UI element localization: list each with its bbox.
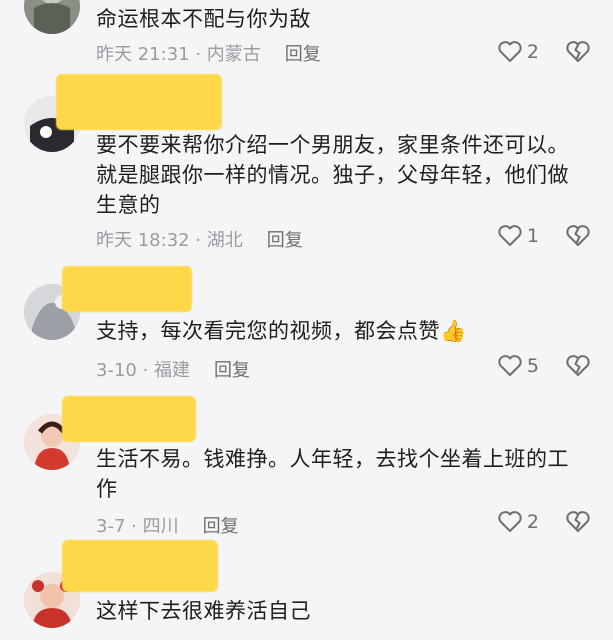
dislike-button[interactable]: [565, 510, 591, 534]
avatar[interactable]: [24, 0, 80, 34]
broken-heart-icon: [566, 41, 590, 62]
comment-text: 要不要来帮你介绍一个男朋友，家里条件还可以。就是腿跟你一样的情况。独子，父母年轻…: [96, 133, 569, 217]
comment-time-location: 昨天 18:32 · 湖北: [96, 230, 243, 251]
username-redaction: [62, 540, 218, 592]
broken-heart-icon: [566, 355, 590, 376]
dislike-button[interactable]: [565, 224, 591, 248]
like-button[interactable]: 5: [497, 354, 539, 378]
like-count: 2: [526, 511, 539, 533]
heart-outline-icon: [498, 225, 522, 246]
comment-time-location: 昨天 21:31 · 内蒙古: [96, 44, 261, 65]
comment-meta: 3-7 · 四川 回复: [96, 512, 239, 538]
like-count: 2: [526, 41, 539, 63]
username-redaction: [62, 266, 192, 312]
thumbs-up-emoji: 👍: [440, 319, 467, 343]
heart-outline-icon: [498, 41, 522, 62]
comment-meta: 3-10 · 福建 回复: [96, 356, 250, 382]
username-redaction: [56, 74, 222, 130]
like-button[interactable]: 2: [497, 510, 539, 534]
comment-actions: 1: [497, 224, 591, 248]
reply-button[interactable]: 回复: [267, 226, 303, 252]
heart-outline-icon: [498, 511, 522, 532]
comment-text: 生活不易。钱难挣。人年轻，去找个坐着上班的工作: [96, 447, 569, 501]
comment-text-body: 支持，每次看完您的视频，都会点赞: [96, 319, 440, 343]
comment-time-location: 3-10 · 福建: [96, 360, 191, 381]
heart-outline-icon: [498, 355, 522, 376]
broken-heart-icon: [566, 511, 590, 532]
comment-actions: 5: [497, 354, 591, 378]
comment-time-location: 3-7 · 四川: [96, 516, 179, 537]
comment-actions: 2: [497, 40, 591, 64]
comment-text: 支持，每次看完您的视频，都会点赞👍: [96, 316, 576, 346]
reply-button[interactable]: 回复: [203, 512, 239, 538]
comment-actions: 2: [497, 510, 591, 534]
like-count: 5: [526, 355, 539, 377]
reply-button[interactable]: 回复: [214, 356, 250, 382]
comment-meta: 昨天 18:32 · 湖北 回复: [96, 226, 303, 252]
like-count: 1: [526, 225, 539, 247]
comment-meta: 昨天 21:31 · 内蒙古 回复: [96, 40, 321, 66]
like-button[interactable]: 1: [497, 224, 539, 248]
broken-heart-icon: [566, 225, 590, 246]
like-button[interactable]: 2: [497, 40, 539, 64]
dislike-button[interactable]: [565, 40, 591, 64]
comment-text: 命运根本不配与你为敌: [96, 7, 311, 31]
reply-button[interactable]: 回复: [285, 40, 321, 66]
username-redaction: [62, 396, 196, 442]
comment-text: 这样下去很难养活自己: [96, 599, 311, 623]
dislike-button[interactable]: [565, 354, 591, 378]
